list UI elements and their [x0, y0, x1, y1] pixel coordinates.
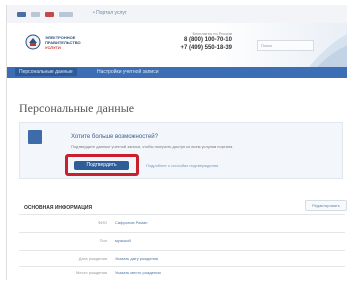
info-row: ФИО Сафронов Роман: [7, 220, 307, 228]
verification-panel: Хотите больше возможностей? Подтвердите …: [19, 122, 343, 179]
header-decoration-icon: [309, 34, 347, 67]
portal-link[interactable]: • Портал услуг: [93, 10, 127, 16]
site-header: ЭЛЕКТРОННОЕ ПРАВИТЕЛЬСТВО УСЛУГИ Бесплат…: [7, 23, 347, 67]
emblem-icon[interactable]: [25, 34, 41, 50]
section-divider: [19, 214, 345, 215]
top-utility-bar: • Портал услуг: [7, 5, 347, 24]
confirm-button[interactable]: Подтвердить: [74, 161, 129, 170]
row-value[interactable]: Указать место рождения: [115, 270, 161, 275]
info-row: Пол мужской: [7, 238, 307, 246]
row-label: Дата рождения: [78, 256, 107, 261]
accessibility-icon[interactable]: [45, 12, 54, 17]
info-row: Дата рождения Указать дату рождения: [7, 256, 307, 264]
row-divider: [19, 250, 345, 251]
page-title: Персональные данные: [19, 101, 135, 115]
section-title: ОСНОВНАЯ ИНФОРМАЦИЯ: [24, 205, 93, 211]
language-flag-icon[interactable]: [31, 12, 40, 17]
main-nav: Персональные данные Настройки учетной за…: [7, 67, 347, 78]
nav-item-personal-data[interactable]: Персональные данные: [15, 68, 77, 76]
logo-text[interactable]: ЭЛЕКТРОННОЕ ПРАВИТЕЛЬСТВО УСЛУГИ: [45, 35, 81, 50]
phone-secondary: +7 (499) 550-18-39: [180, 45, 232, 51]
search-input[interactable]: Поиск: [257, 40, 314, 51]
row-label: Пол: [99, 238, 107, 243]
toggle-icon[interactable]: [59, 12, 73, 17]
row-divider: [19, 266, 345, 267]
more-info-link[interactable]: Подробнее о способах подтверждения: [146, 163, 218, 168]
phone-primary: 8 (800) 100-70-10: [183, 37, 232, 43]
confirm-highlight: Подтвердить: [65, 154, 139, 176]
info-row: Место рождения Указать место рождения: [7, 270, 307, 278]
phone-block: Бесплатно по России 8 (800) 100-70-10 +7…: [162, 31, 232, 52]
panel-description: Подтвердите данные учетной записи, чтобы…: [71, 144, 233, 149]
document-icon: [28, 130, 42, 144]
row-divider: [19, 232, 345, 233]
region-flag-icon[interactable]: [17, 12, 26, 17]
logo-line-3: УСЛУГИ: [45, 45, 61, 50]
browser-frame: • Портал услуг ЭЛЕКТРОННОЕ ПРАВИТЕЛЬСТВО…: [6, 5, 347, 280]
edit-button[interactable]: Редактировать: [305, 200, 347, 211]
nav-item-account-settings[interactable]: Настройки учетной записи: [97, 69, 159, 75]
row-label: Место рождения: [76, 270, 107, 275]
row-label: ФИО: [97, 220, 107, 225]
panel-question: Хотите больше возможностей?: [71, 134, 158, 140]
row-value[interactable]: мужской: [115, 238, 131, 243]
row-value[interactable]: Указать дату рождения: [115, 256, 158, 261]
row-value[interactable]: Сафронов Роман: [115, 220, 147, 225]
